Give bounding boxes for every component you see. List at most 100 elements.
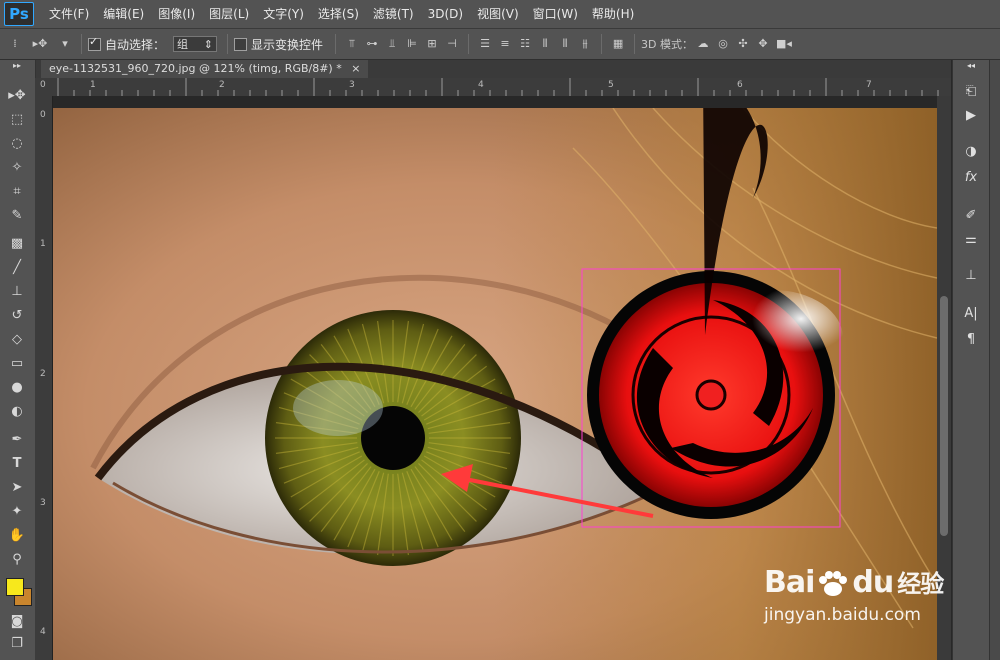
character-panel-icon[interactable]: A|: [960, 304, 982, 324]
panel-dock-secondary: [989, 60, 1000, 660]
divider: [335, 34, 337, 54]
align-vcenter-icon[interactable]: ⊶: [365, 37, 379, 51]
divider: [468, 34, 470, 54]
move-tool-icon[interactable]: ▸✥: [6, 86, 28, 106]
brush-presets-icon[interactable]: ✐: [960, 206, 982, 226]
distribute-top-icon[interactable]: ☰: [478, 37, 492, 51]
pasteboard: [53, 96, 937, 108]
align-left-icon[interactable]: ⊫: [405, 37, 419, 51]
watermark-brand-jingyan: 经验: [897, 570, 944, 598]
styles-fx-icon[interactable]: fx: [960, 168, 982, 188]
adjustments-icon[interactable]: ◑: [960, 142, 982, 162]
lasso-tool-icon[interactable]: ◌: [6, 134, 28, 154]
history-panel-icon[interactable]: ⎗: [960, 82, 982, 102]
panel-dock: ◂◂ ⎗ ▶ ◑ fx ✐ ⚌ ⊥ A| ¶: [952, 60, 989, 660]
chevron-down-icon[interactable]: ▾: [58, 37, 72, 51]
eraser-tool-icon[interactable]: ◇: [6, 330, 28, 350]
quick-mask-icon[interactable]: ◙: [6, 612, 28, 632]
gradient-tool-icon[interactable]: ▭: [6, 354, 28, 374]
collapse-icon[interactable]: ◂◂: [960, 62, 982, 70]
watermark-brand-du: du: [852, 565, 894, 600]
auto-align-icon[interactable]: ▦: [611, 37, 625, 51]
align-hcenter-icon[interactable]: ⊞: [425, 37, 439, 51]
clone-stamp-icon[interactable]: ⊥: [6, 282, 28, 302]
ruler-label: 2: [40, 369, 46, 379]
align-bottom-icon[interactable]: ⫫: [385, 37, 399, 51]
auto-select-dropdown[interactable]: 组 ⇕: [173, 36, 218, 52]
paragraph-panel-icon[interactable]: ¶: [960, 330, 982, 350]
crop-tool-icon[interactable]: ⌗: [6, 182, 28, 202]
foreground-color-swatch[interactable]: [6, 578, 24, 596]
screen-mode-icon[interactable]: ❐: [6, 634, 28, 654]
menu-type[interactable]: 文字(Y): [256, 0, 311, 28]
pen-tool-icon[interactable]: ✒: [6, 430, 28, 450]
ruler-label: 2: [219, 80, 225, 90]
tools-panel: ▸▸ ▸✥ ⬚ ◌ ✧ ⌗ ✎ ▩ ╱ ⊥ ↺ ◇ ▭ ● ◐ ✒ T ➤ ✦ …: [0, 60, 36, 660]
roll-3d-icon[interactable]: ◎: [716, 37, 730, 51]
ruler-label: 3: [40, 498, 46, 508]
divider: [601, 34, 603, 54]
distribute-left-icon[interactable]: ⫴: [538, 37, 552, 51]
history-brush-icon[interactable]: ↺: [6, 306, 28, 326]
path-selection-icon[interactable]: ➤: [6, 478, 28, 498]
pan-3d-icon[interactable]: ✣: [736, 37, 750, 51]
zoom-tool-icon[interactable]: ⚲: [6, 550, 28, 570]
options-bar: ⁞ ▸✥ ▾ 自动选择： 组 ⇕ 显示变换控件 ⫪ ⊶ ⫫ ⊫ ⊞ ⊣ ☰ ≡ …: [0, 29, 1000, 60]
menu-window[interactable]: 窗口(W): [526, 0, 585, 28]
shape-tool-icon[interactable]: ✦: [6, 502, 28, 522]
divider: [227, 34, 229, 54]
brush-settings-icon[interactable]: ⚌: [960, 230, 982, 250]
menu-select[interactable]: 选择(S): [311, 0, 366, 28]
ruler-ticks: [57, 78, 939, 96]
ruler-label: 4: [478, 80, 484, 90]
eyedropper-icon[interactable]: ✎: [6, 206, 28, 226]
orbit-3d-icon[interactable]: ☁: [696, 37, 710, 51]
menu-layer[interactable]: 图层(L): [202, 0, 256, 28]
actions-play-icon[interactable]: ▶: [960, 106, 982, 126]
horizontal-ruler: 0 1 2 3 4 5 6 7: [40, 78, 951, 97]
baidu-watermark: Bai du 经验 jingyan.baidu.com: [764, 565, 944, 626]
close-icon[interactable]: ×: [351, 62, 360, 75]
brush-tool-icon[interactable]: ╱: [6, 258, 28, 278]
ruler-label: 1: [40, 239, 46, 249]
camera-3d-icon[interactable]: ■◂: [776, 37, 792, 51]
distribute-bottom-icon[interactable]: ☷: [518, 37, 532, 51]
clone-source-icon[interactable]: ⊥: [960, 266, 982, 286]
distribute-right-icon[interactable]: ⫵: [578, 37, 592, 51]
show-transform-checkbox[interactable]: [234, 37, 248, 51]
blur-tool-icon[interactable]: ●: [6, 378, 28, 398]
align-right-icon[interactable]: ⊣: [445, 37, 459, 51]
distribute-hcenter-icon[interactable]: ⦀: [558, 37, 572, 51]
chevron-updown-icon: ⇕: [203, 37, 214, 51]
align-top-icon[interactable]: ⫪: [345, 37, 359, 51]
collapse-icon[interactable]: ▸▸: [6, 62, 28, 70]
menu-view[interactable]: 视图(V): [470, 0, 526, 28]
document-tab[interactable]: eye-1132531_960_720.jpg @ 121% (timg, RG…: [41, 60, 369, 78]
menu-3d[interactable]: 3D(D): [421, 0, 470, 28]
auto-select-value: 组: [177, 38, 189, 51]
divider: [81, 34, 82, 54]
watermark-url: jingyan.baidu.com: [764, 605, 921, 625]
healing-brush-icon[interactable]: ▩: [6, 234, 28, 254]
ruler-label: 6: [737, 80, 743, 90]
menu-bar: Ps 文件(F) 编辑(E) 图像(I) 图层(L) 文字(Y) 选择(S) 滤…: [0, 0, 1000, 29]
ruler-label: 0: [40, 80, 46, 90]
magic-wand-icon[interactable]: ✧: [6, 158, 28, 178]
menu-filter[interactable]: 滤镜(T): [366, 0, 421, 28]
menu-help[interactable]: 帮助(H): [585, 0, 641, 28]
distribute-vcenter-icon[interactable]: ≡: [498, 37, 512, 51]
menu-edit[interactable]: 编辑(E): [96, 0, 151, 28]
menu-file[interactable]: 文件(F): [42, 0, 96, 28]
slide-3d-icon[interactable]: ✥: [756, 37, 770, 51]
auto-select-checkbox[interactable]: [88, 35, 101, 51]
menu-image[interactable]: 图像(I): [151, 0, 202, 28]
scrollbar-thumb[interactable]: [940, 296, 948, 536]
move-tool-preset-icon[interactable]: ▸✥: [28, 37, 52, 51]
dodge-tool-icon[interactable]: ◐: [6, 402, 28, 422]
type-tool-icon[interactable]: T: [6, 454, 28, 474]
hand-tool-icon[interactable]: ✋: [6, 526, 28, 546]
auto-select-label: 自动选择：: [105, 37, 166, 52]
show-transform-label: 显示变换控件: [251, 37, 324, 52]
ruler-label: 0: [40, 110, 46, 120]
marquee-tool-icon[interactable]: ⬚: [6, 110, 28, 130]
